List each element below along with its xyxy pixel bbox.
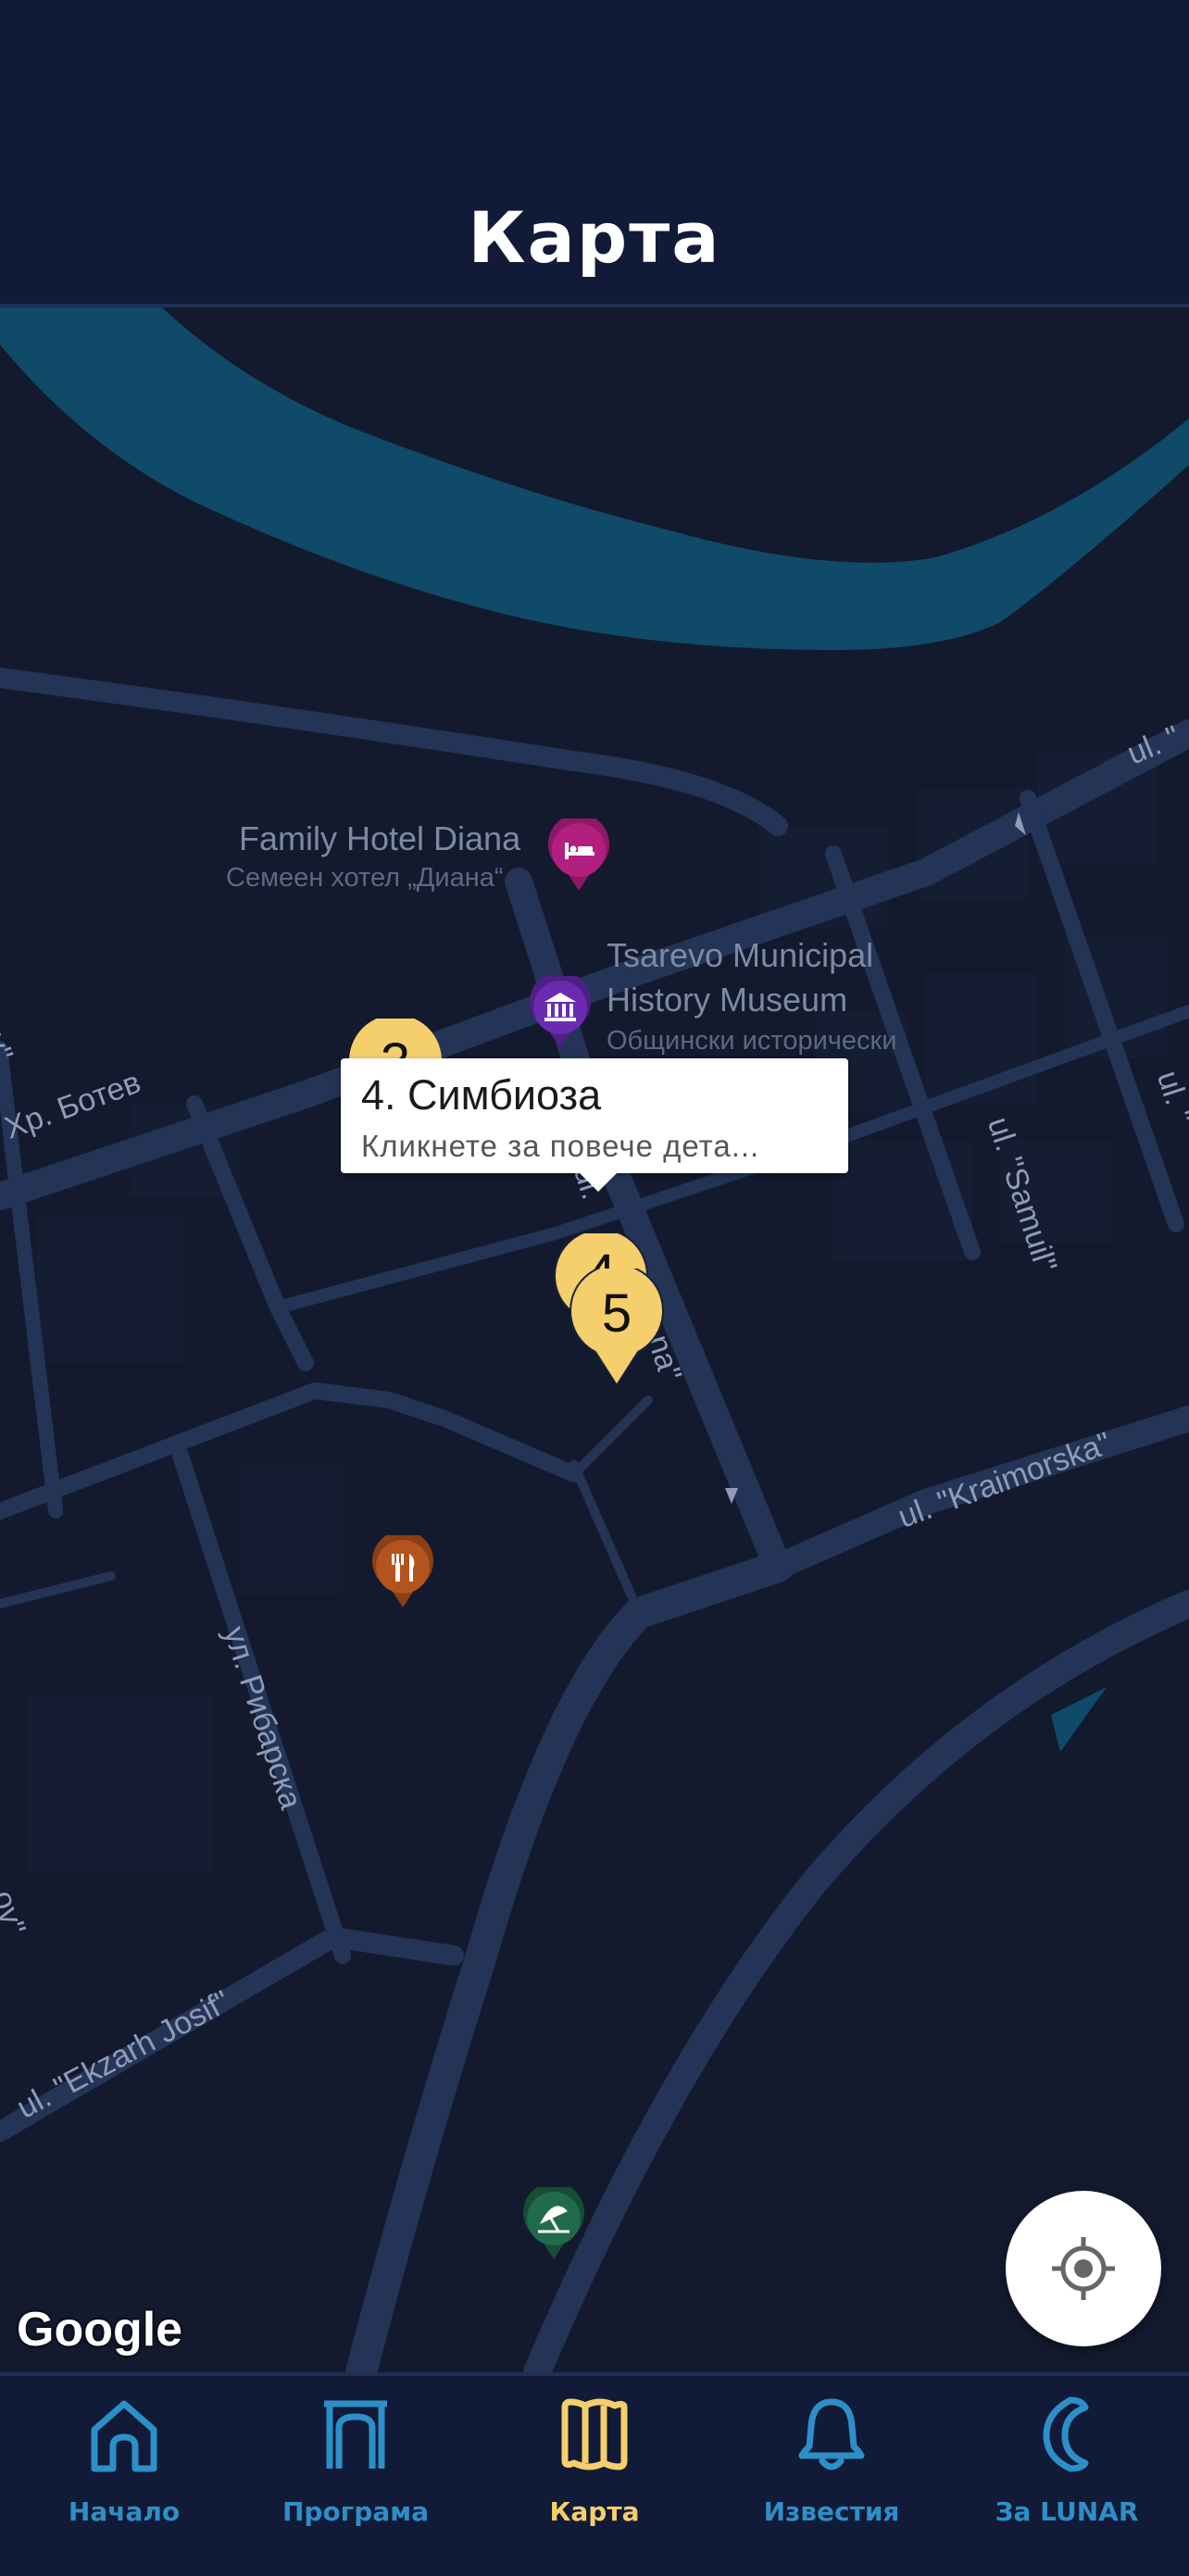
tab-bar: Начало Програма Карта Известия За LUNAR [0, 2372, 1189, 2576]
hotel-icon[interactable] [546, 819, 611, 893]
tab-about[interactable]: За LUNAR [948, 2376, 1185, 2576]
poi-sublabel-museum: Общински исторически [607, 1026, 897, 1056]
map-icon [561, 2398, 628, 2470]
google-logo: Google [17, 2303, 183, 2357]
bell-icon [798, 2398, 865, 2470]
museum-icon[interactable] [528, 976, 593, 1050]
water-patch [1051, 1687, 1107, 1752]
tab-home-label: Начало [68, 2496, 181, 2527]
my-location-button[interactable] [1006, 2191, 1161, 2346]
tab-notifications-label: Известия [763, 2496, 900, 2527]
tab-program-label: Програма [282, 2496, 430, 2527]
river [0, 307, 1189, 650]
header: Карта [0, 0, 1189, 307]
marker-callout[interactable]: 4. Симбиоза Кликнете за повече дета... [341, 1058, 848, 1192]
poi-label-hotel: Family Hotel Diana [239, 819, 521, 857]
tab-map[interactable]: Карта [476, 2376, 713, 2576]
poi-sublabel-hotel: Семеен хотел „Диана“ [226, 863, 504, 893]
map-view[interactable]: Хр. Ботев Milev" ul. "Samuil" ul. "Kraim… [0, 307, 1189, 2372]
stage-icon [324, 2400, 387, 2469]
tab-map-label: Карта [549, 2496, 640, 2527]
poi-label-museum: Tsarevo Municipal History Museum [607, 936, 874, 1019]
tab-home[interactable]: Начало [6, 2376, 243, 2576]
stage-marker-5-label: 5 [601, 1283, 632, 1344]
tab-notifications[interactable]: Известия [713, 2376, 950, 2576]
restaurant-icon[interactable] [370, 1535, 435, 1609]
callout-subtitle: Кликнете за повече дета... [361, 1129, 760, 1163]
home-icon [91, 2400, 157, 2472]
moon-icon [1043, 2396, 1089, 2472]
park-icon[interactable] [521, 2187, 586, 2261]
page-title: Карта [468, 196, 721, 279]
tab-about-label: За LUNAR [995, 2496, 1139, 2527]
callout-title: 4. Симбиоза [361, 1071, 602, 1119]
crosshair-icon [1052, 2237, 1115, 2300]
tab-program[interactable]: Програма [237, 2376, 474, 2576]
